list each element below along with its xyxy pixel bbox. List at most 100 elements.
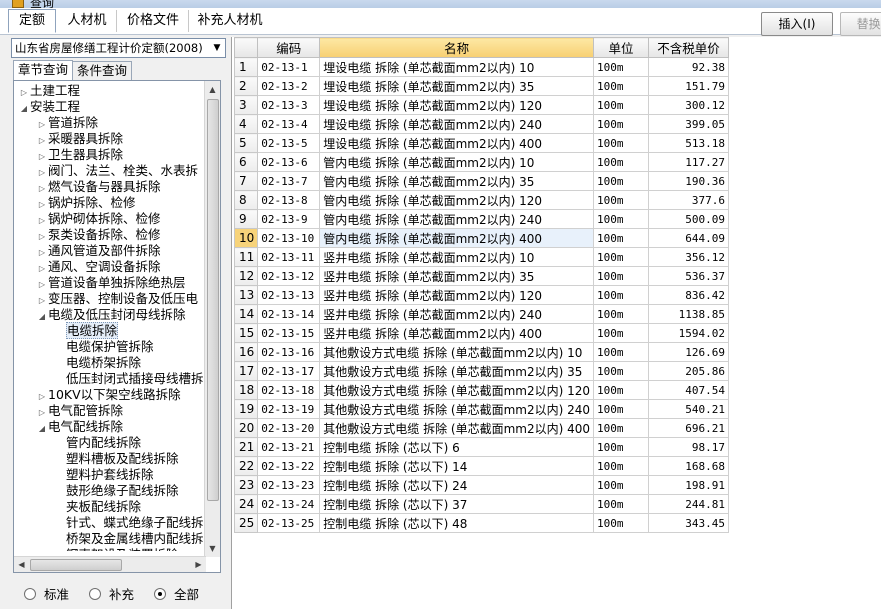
tree-node[interactable]: ▷ 泵类设备拆除、检修 bbox=[36, 227, 161, 243]
tree-node[interactable]: ▷ 锅炉拆除、检修 bbox=[36, 195, 136, 211]
tab-labor-material-machine[interactable]: 人材机 bbox=[58, 10, 117, 32]
unit-cell[interactable]: 100m bbox=[593, 152, 650, 172]
price-cell[interactable]: 377.6 bbox=[648, 190, 730, 210]
filter-standard-radio[interactable]: 标准 bbox=[24, 584, 69, 603]
tree-node[interactable]: ▷ 通风、空调设备拆除 bbox=[36, 259, 161, 275]
unit-cell[interactable]: 100m bbox=[593, 133, 650, 153]
price-cell[interactable]: 536.37 bbox=[648, 266, 730, 286]
tree-node[interactable]: 塑料护套线拆除 bbox=[54, 467, 154, 483]
unit-cell[interactable]: 100m bbox=[593, 209, 650, 229]
tree-node[interactable]: ◢ 安装工程 bbox=[18, 99, 80, 115]
row-number-cell[interactable]: 24 bbox=[233, 494, 259, 514]
row-number-cell[interactable]: 4 bbox=[233, 114, 259, 134]
table-row[interactable]: 22 02-13-22 控制电缆 拆除 (芯以下) 14 100m 168.68 bbox=[233, 456, 730, 476]
name-cell[interactable]: 竖井电缆 拆除 (单芯截面mm2以内) 240 bbox=[319, 304, 595, 324]
tree-vertical-scroll-thumb[interactable] bbox=[207, 99, 219, 501]
table-row[interactable]: 11 02-13-11 竖井电缆 拆除 (单芯截面mm2以内) 10 100m 356.… bbox=[233, 247, 730, 267]
tab-price-file[interactable]: 价格文件 bbox=[118, 10, 189, 32]
code-cell[interactable]: 02-13-12 bbox=[257, 266, 321, 286]
header-price-excl-tax[interactable]: 不含税单价 bbox=[648, 37, 730, 58]
name-cell[interactable]: 埋设电缆 拆除 (单芯截面mm2以内) 400 bbox=[319, 133, 595, 153]
header-code[interactable]: 编码 bbox=[257, 37, 321, 58]
price-cell[interactable]: 836.42 bbox=[648, 285, 730, 305]
code-cell[interactable]: 02-13-20 bbox=[257, 418, 321, 438]
insert-button[interactable]: 插入(I) bbox=[761, 12, 833, 36]
tree-node[interactable]: ▷ 变压器、控制设备及低压电 bbox=[36, 291, 198, 307]
unit-cell[interactable]: 100m bbox=[593, 190, 650, 210]
unit-cell[interactable]: 100m bbox=[593, 114, 650, 134]
unit-cell[interactable]: 100m bbox=[593, 361, 650, 381]
table-row[interactable]: 8 02-13-8 管内电缆 拆除 (单芯截面mm2以内) 120 100m 377.6 bbox=[233, 190, 730, 210]
unit-cell[interactable]: 100m bbox=[593, 418, 650, 438]
table-row[interactable]: 5 02-13-5 埋设电缆 拆除 (单芯截面mm2以内) 400 100m 513.1… bbox=[233, 133, 730, 153]
row-number-cell[interactable]: 25 bbox=[233, 513, 259, 533]
price-cell[interactable]: 500.09 bbox=[648, 209, 730, 229]
price-cell[interactable]: 92.38 bbox=[648, 57, 730, 77]
code-cell[interactable]: 02-13-3 bbox=[257, 95, 321, 115]
code-cell[interactable]: 02-13-9 bbox=[257, 209, 321, 229]
tree-node[interactable]: ▷ 卫生器具拆除 bbox=[36, 147, 123, 163]
price-cell[interactable]: 205.86 bbox=[648, 361, 730, 381]
tab-chapter-query[interactable]: 章节查询 bbox=[13, 60, 73, 81]
table-row[interactable]: 18 02-13-18 其他敷设方式电缆 拆除 (单芯截面mm2以内) 120 100… bbox=[233, 380, 730, 400]
unit-cell[interactable]: 100m bbox=[593, 456, 650, 476]
price-cell[interactable]: 300.12 bbox=[648, 95, 730, 115]
code-cell[interactable]: 02-13-17 bbox=[257, 361, 321, 381]
header-unit[interactable]: 单位 bbox=[593, 37, 650, 58]
code-cell[interactable]: 02-13-19 bbox=[257, 399, 321, 419]
name-cell[interactable]: 管内电缆 拆除 (单芯截面mm2以内) 400 bbox=[319, 228, 595, 248]
table-row[interactable]: 1 02-13-1 埋设电缆 拆除 (单芯截面mm2以内) 10 100m 92.38 bbox=[233, 57, 730, 77]
tab-condition-query[interactable]: 条件查询 bbox=[72, 61, 132, 80]
name-cell[interactable]: 埋设电缆 拆除 (单芯截面mm2以内) 240 bbox=[319, 114, 595, 134]
table-row[interactable]: 23 02-13-23 控制电缆 拆除 (芯以下) 24 100m 198.91 bbox=[233, 475, 730, 495]
price-cell[interactable]: 126.69 bbox=[648, 342, 730, 362]
unit-cell[interactable]: 100m bbox=[593, 285, 650, 305]
row-number-cell[interactable]: 5 bbox=[233, 133, 259, 153]
row-number-cell[interactable]: 9 bbox=[233, 209, 259, 229]
replace-button[interactable]: 替换( bbox=[840, 12, 881, 36]
unit-cell[interactable]: 100m bbox=[593, 437, 650, 457]
price-cell[interactable]: 513.18 bbox=[648, 133, 730, 153]
price-cell[interactable]: 407.54 bbox=[648, 380, 730, 400]
table-row[interactable]: 17 02-13-17 其他敷设方式电缆 拆除 (单芯截面mm2以内) 35 100m… bbox=[233, 361, 730, 381]
row-number-cell[interactable]: 12 bbox=[233, 266, 259, 286]
name-cell[interactable]: 其他敷设方式电缆 拆除 (单芯截面mm2以内) 35 bbox=[319, 361, 595, 381]
row-number-cell[interactable]: 7 bbox=[233, 171, 259, 191]
row-number-cell[interactable]: 15 bbox=[233, 323, 259, 343]
unit-cell[interactable]: 100m bbox=[593, 95, 650, 115]
code-cell[interactable]: 02-13-14 bbox=[257, 304, 321, 324]
table-row[interactable]: 10 02-13-10 管内电缆 拆除 (单芯截面mm2以内) 400 100m 644… bbox=[233, 228, 730, 248]
row-number-cell[interactable]: 2 bbox=[233, 76, 259, 96]
row-number-cell[interactable]: 21 bbox=[233, 437, 259, 457]
unit-cell[interactable]: 100m bbox=[593, 247, 650, 267]
table-row[interactable]: 14 02-13-14 竖井电缆 拆除 (单芯截面mm2以内) 240 100m 113… bbox=[233, 304, 730, 324]
unit-cell[interactable]: 100m bbox=[593, 342, 650, 362]
name-cell[interactable]: 管内电缆 拆除 (单芯截面mm2以内) 240 bbox=[319, 209, 595, 229]
tree-vertical-scrollbar[interactable]: ▲ ▼ bbox=[204, 81, 220, 557]
unit-cell[interactable]: 100m bbox=[593, 399, 650, 419]
table-row[interactable]: 2 02-13-2 埋设电缆 拆除 (单芯截面mm2以内) 35 100m 151.79 bbox=[233, 76, 730, 96]
tree-expanded-icon[interactable]: ◢ bbox=[36, 309, 48, 325]
header-name[interactable]: 名称 bbox=[319, 37, 595, 58]
code-cell[interactable]: 02-13-7 bbox=[257, 171, 321, 191]
code-cell[interactable]: 02-13-22 bbox=[257, 456, 321, 476]
code-cell[interactable]: 02-13-2 bbox=[257, 76, 321, 96]
name-cell[interactable]: 控制电缆 拆除 (芯以下) 6 bbox=[319, 437, 595, 457]
price-cell[interactable]: 343.45 bbox=[648, 513, 730, 533]
code-cell[interactable]: 02-13-13 bbox=[257, 285, 321, 305]
tree-node[interactable]: 电缆桥架拆除 bbox=[54, 355, 141, 371]
code-cell[interactable]: 02-13-16 bbox=[257, 342, 321, 362]
table-row[interactable]: 20 02-13-20 其他敷设方式电缆 拆除 (单芯截面mm2以内) 400 100… bbox=[233, 418, 730, 438]
row-number-cell[interactable]: 20 bbox=[233, 418, 259, 438]
scroll-down-icon[interactable]: ▼ bbox=[205, 541, 220, 556]
quota-library-select[interactable]: 山东省房屋修缮工程计价定额(2008) ▼ bbox=[11, 38, 226, 58]
name-cell[interactable]: 管内电缆 拆除 (单芯截面mm2以内) 35 bbox=[319, 171, 595, 191]
row-number-cell[interactable]: 8 bbox=[233, 190, 259, 210]
name-cell[interactable]: 其他敷设方式电缆 拆除 (单芯截面mm2以内) 400 bbox=[319, 418, 595, 438]
unit-cell[interactable]: 100m bbox=[593, 513, 650, 533]
scroll-left-icon[interactable]: ◀ bbox=[14, 557, 29, 572]
name-cell[interactable]: 埋设电缆 拆除 (单芯截面mm2以内) 120 bbox=[319, 95, 595, 115]
tree-node[interactable]: ▷ 阀门、法兰、栓类、水表拆 bbox=[36, 163, 198, 179]
unit-cell[interactable]: 100m bbox=[593, 475, 650, 495]
table-row[interactable]: 24 02-13-24 控制电缆 拆除 (芯以下) 37 100m 244.81 bbox=[233, 494, 730, 514]
